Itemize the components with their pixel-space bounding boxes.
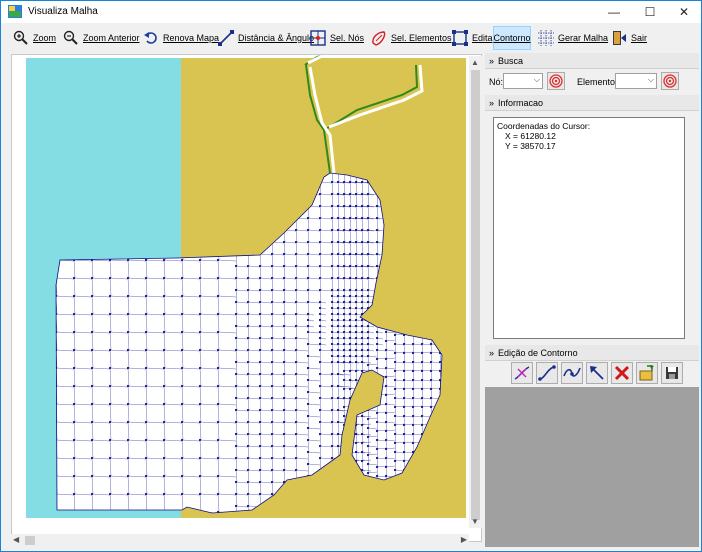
map-horizontal-scrollbar[interactable]: ◀ ▶ <box>11 534 469 547</box>
mesh-canvas[interactable] <box>12 53 481 541</box>
busca-section: Nó: ⌵ Elemento: ⌵ <box>485 69 699 95</box>
cursor-y: Y = 38570.17 <box>505 141 556 151</box>
smooth-curve-icon <box>538 365 556 381</box>
renova-mapa-label: Renova Mapa <box>163 33 220 43</box>
mesh-map-view[interactable] <box>11 53 482 542</box>
edicao-contorno-header[interactable]: » Edição de Contorno <box>485 345 699 361</box>
join-curve-button[interactable] <box>561 362 583 384</box>
collapse-chevron-icon: » <box>489 97 495 108</box>
mesh-grid-icon <box>537 29 555 47</box>
zoom-out-icon <box>62 29 80 47</box>
target-icon <box>549 74 563 88</box>
zoom-label: Zoom <box>33 33 57 43</box>
open-file-icon <box>639 365 654 381</box>
cursor-title: Coordenadas do Cursor: <box>497 121 591 131</box>
delete-x-icon <box>614 365 630 381</box>
elemento-select[interactable]: ⌵ <box>615 73 657 89</box>
elemento-label: Elemento: <box>577 77 618 87</box>
scroll-down-icon[interactable]: ▼ <box>471 517 479 526</box>
scroll-right-icon[interactable]: ▶ <box>461 535 467 544</box>
distancia-angulo-button[interactable]: Distância & Ângulo <box>214 26 317 50</box>
undo-arrow-icon <box>142 29 160 47</box>
sel-elementos-label: Sel. Elementos <box>391 33 452 43</box>
busca-header[interactable]: » Busca <box>485 53 699 69</box>
informacao-header[interactable]: » Informacao <box>485 95 699 111</box>
edit-polygon-icon <box>451 29 469 47</box>
zoom-button[interactable]: Zoom <box>9 26 59 50</box>
app-icon <box>8 5 22 18</box>
vertical-scroll-thumb[interactable] <box>471 70 480 520</box>
gerar-malha-button[interactable]: Gerar Malha <box>534 26 611 50</box>
no-select[interactable]: ⌵ <box>503 73 543 89</box>
sair-button[interactable]: Sair <box>607 26 650 50</box>
edita-button[interactable]: Edita <box>448 26 496 50</box>
target-icon <box>663 74 677 88</box>
main-toolbar: Zoom Zoom Anterior Renova Mapa Distância… <box>1 23 701 53</box>
exit-door-icon <box>610 29 628 47</box>
select-nodes-icon <box>309 29 327 47</box>
distancia-angulo-label: Distância & Ângulo <box>238 33 315 43</box>
collapse-chevron-icon: » <box>489 55 495 66</box>
locate-node-button[interactable] <box>547 72 565 90</box>
locate-element-button[interactable] <box>661 72 679 90</box>
save-file-icon <box>666 367 678 379</box>
window-title: Visualiza Malha <box>28 6 98 17</box>
scroll-up-icon[interactable]: ▲ <box>471 58 479 67</box>
close-button[interactable]: ✕ <box>667 1 701 23</box>
add-node-curve-icon <box>514 366 530 380</box>
save-file-button[interactable] <box>661 362 683 384</box>
edicao-contorno-title: Edição de Contorno <box>498 347 578 358</box>
minimize-button[interactable]: — <box>597 1 631 23</box>
select-elements-icon <box>370 29 388 47</box>
map-vertical-scrollbar[interactable]: ▲ ▼ <box>469 56 482 528</box>
delete-button[interactable] <box>611 362 633 384</box>
sel-elementos-button[interactable]: Sel. Elementos <box>367 26 455 50</box>
busca-title: Busca <box>498 55 524 66</box>
maximize-button[interactable]: ☐ <box>633 1 667 23</box>
cursor-x: X = 61280.12 <box>505 131 556 141</box>
no-label: Nó: <box>489 77 504 87</box>
renova-mapa-button[interactable]: Renova Mapa <box>139 26 222 50</box>
contorno-button[interactable]: Contorno <box>493 26 531 50</box>
smooth-curve-button[interactable] <box>536 362 558 384</box>
sair-label: Sair <box>631 33 648 43</box>
arrow-nodes-icon <box>590 366 604 380</box>
contorno-label: Contorno <box>493 33 531 43</box>
horizontal-scroll-thumb[interactable] <box>25 536 35 545</box>
right-panel: » Busca Nó: ⌵ Elemento: ⌵ » Informacao C… <box>485 53 699 547</box>
informacao-title: Informacao <box>498 97 544 108</box>
scroll-left-icon[interactable]: ◀ <box>13 535 19 544</box>
join-curve-icon <box>563 367 581 377</box>
zoom-anterior-button[interactable]: Zoom Anterior <box>59 26 143 50</box>
edita-label: Edita <box>472 33 493 43</box>
chevron-down-icon: ⌵ <box>533 75 540 84</box>
arrow-nodes-button[interactable] <box>586 362 608 384</box>
measure-line-icon <box>217 29 235 47</box>
sel-nos-button[interactable]: Sel. Nós <box>306 26 367 50</box>
app-window: Visualiza Malha — ☐ ✕ Zoom Zoom Anterior… <box>0 0 702 552</box>
collapse-chevron-icon: » <box>489 347 495 358</box>
sel-nos-label: Sel. Nós <box>330 33 365 43</box>
add-node-curve-button[interactable] <box>511 362 533 384</box>
cursor-info-box: Coordenadas do Cursor: X = 61280.12 Y = … <box>493 117 685 339</box>
zoom-anterior-label: Zoom Anterior <box>83 33 140 43</box>
chevron-down-icon: ⌵ <box>647 75 654 84</box>
zoom-in-icon <box>12 29 30 47</box>
open-file-button[interactable] <box>636 362 658 384</box>
title-bar: Visualiza Malha — ☐ ✕ <box>1 1 701 23</box>
gerar-malha-label: Gerar Malha <box>558 33 609 43</box>
